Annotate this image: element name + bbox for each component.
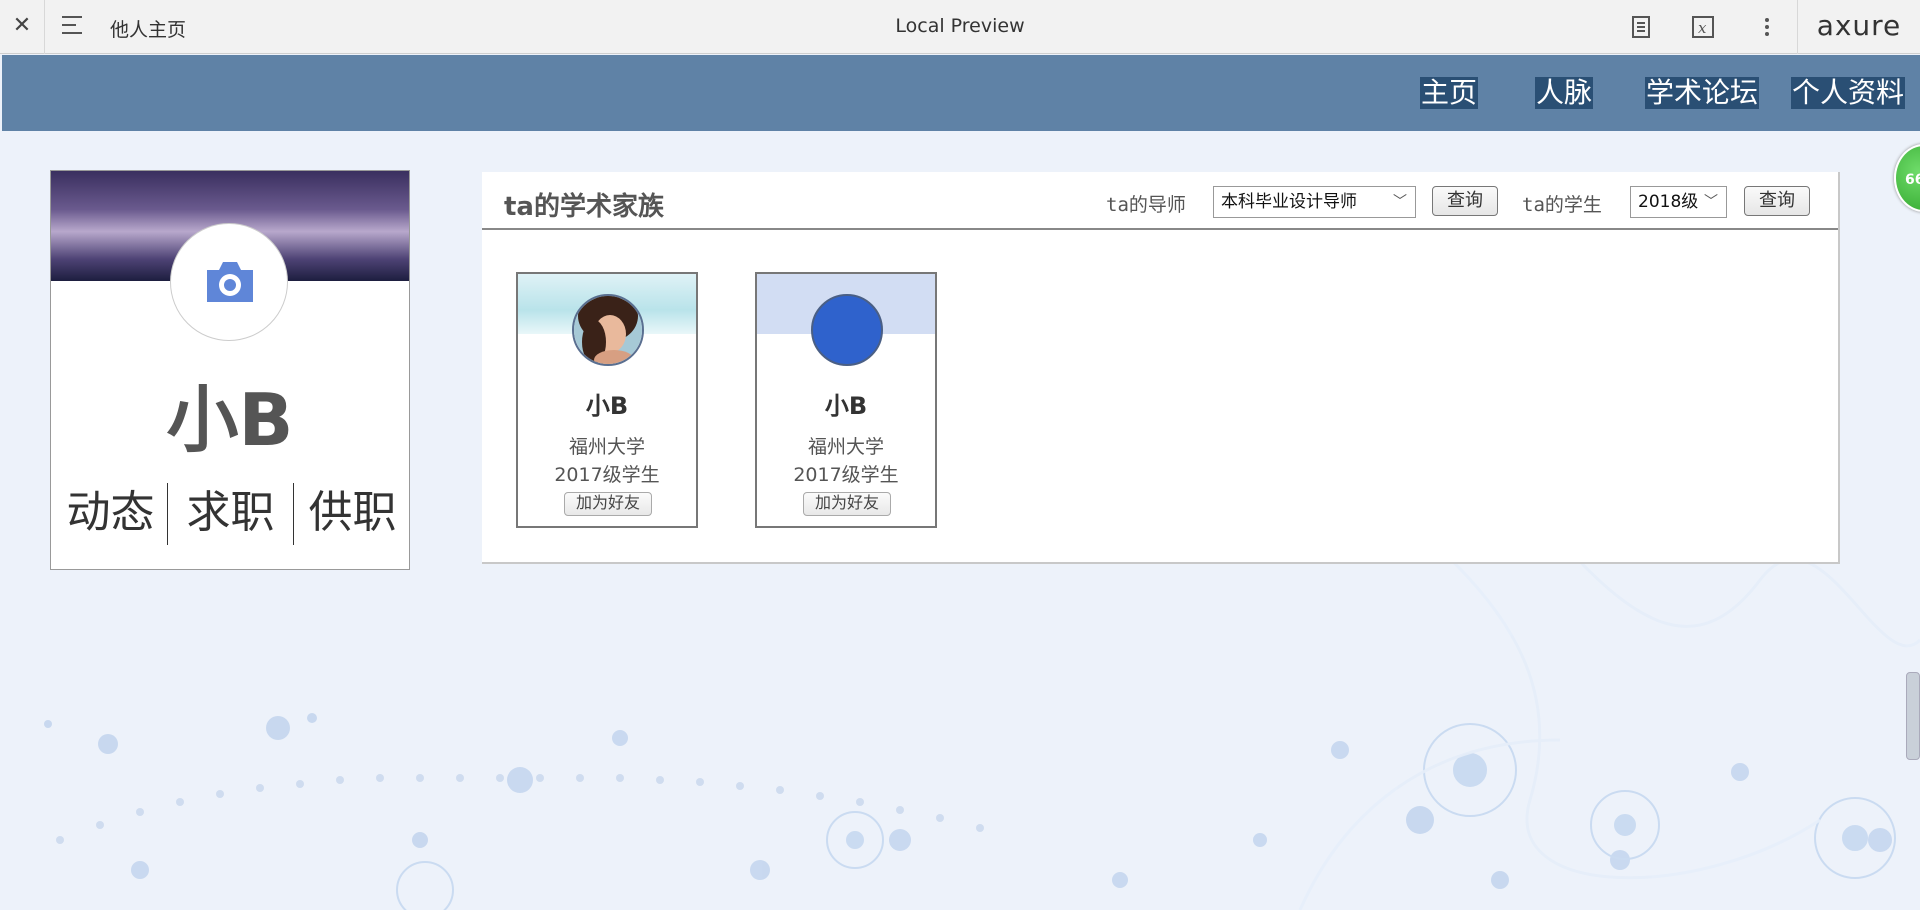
member-name: 小B bbox=[824, 392, 868, 420]
tab-job-seeking[interactable]: 求职 bbox=[171, 481, 290, 545]
member-card[interactable]: 小B 福州大学 2017级学生 加为好友 bbox=[755, 272, 937, 528]
profile-name: 小B bbox=[166, 378, 294, 462]
student-label: ta的学生 bbox=[1522, 194, 1602, 216]
svg-text:x: x bbox=[1698, 19, 1707, 37]
mentor-select-value: 本科毕业设计导师 bbox=[1221, 192, 1357, 212]
more-options-icon[interactable] bbox=[1754, 14, 1780, 40]
floating-badge[interactable]: 66 bbox=[1894, 144, 1920, 212]
member-avatar bbox=[572, 294, 644, 366]
student-select[interactable]: 2018级 ﹀ bbox=[1630, 186, 1727, 218]
chevron-down-icon: ﹀ bbox=[1393, 194, 1407, 210]
add-friend-button[interactable]: 加为好友 bbox=[564, 492, 652, 516]
page-title: 他人主页 bbox=[110, 19, 187, 41]
student-query-button[interactable]: 查询 bbox=[1744, 186, 1810, 216]
notes-icon[interactable] bbox=[1628, 14, 1654, 40]
academic-family-panel: ta的学术家族 ta的导师 本科毕业设计导师 ﹀ 查询 ta的学生 2018级 … bbox=[482, 172, 1840, 564]
mentor-select[interactable]: 本科毕业设计导师 ﹀ bbox=[1213, 186, 1416, 218]
camera-icon bbox=[207, 262, 253, 302]
nav-profile[interactable]: 个人资料 bbox=[1791, 77, 1906, 109]
variables-icon[interactable]: x bbox=[1690, 14, 1716, 40]
nav-forum[interactable]: 学术论坛 bbox=[1645, 77, 1760, 109]
student-select-value: 2018级 bbox=[1638, 192, 1699, 212]
tab-activity[interactable]: 动态 bbox=[51, 481, 170, 545]
chevron-down-icon: ﹀ bbox=[1704, 194, 1718, 210]
panel-header: ta的学术家族 ta的导师 本科毕业设计导师 ﹀ 查询 ta的学生 2018级 … bbox=[482, 172, 1838, 230]
profile-tabs: 动态 求职 供职 bbox=[51, 481, 409, 545]
profile-avatar[interactable] bbox=[170, 223, 288, 341]
member-grade: 2017级学生 bbox=[793, 464, 899, 486]
scrollbar-handle[interactable] bbox=[1906, 672, 1920, 760]
mentor-query-button[interactable]: 查询 bbox=[1432, 186, 1498, 216]
main-navbar: 主页 人脉 学术论坛 个人资料 bbox=[2, 55, 1920, 131]
member-name: 小B bbox=[585, 392, 629, 420]
member-card[interactable]: 小B 福州大学 2017级学生 加为好友 bbox=[516, 272, 698, 528]
mentor-label: ta的导师 bbox=[1106, 194, 1186, 216]
tab-divider bbox=[167, 483, 168, 545]
profile-card: 小B 动态 求职 供职 bbox=[50, 170, 410, 570]
member-school: 福州大学 bbox=[807, 436, 884, 458]
background-decoration bbox=[44, 540, 1920, 910]
panel-title: ta的学术家族 bbox=[504, 192, 664, 222]
axure-logo: axure bbox=[1797, 0, 1920, 54]
member-school: 福州大学 bbox=[568, 436, 645, 458]
tab-employment[interactable]: 供职 bbox=[293, 481, 412, 545]
nav-contacts[interactable]: 人脉 bbox=[1535, 77, 1594, 109]
preview-toolbar: ✕ 他人主页 Local Preview x axure bbox=[0, 0, 1920, 54]
menu-icon[interactable] bbox=[62, 16, 88, 38]
member-grade: 2017级学生 bbox=[554, 464, 660, 486]
member-avatar bbox=[811, 294, 883, 366]
close-icon[interactable]: ✕ bbox=[0, 0, 45, 54]
add-friend-button[interactable]: 加为好友 bbox=[803, 492, 891, 516]
nav-home[interactable]: 主页 bbox=[1420, 77, 1479, 109]
